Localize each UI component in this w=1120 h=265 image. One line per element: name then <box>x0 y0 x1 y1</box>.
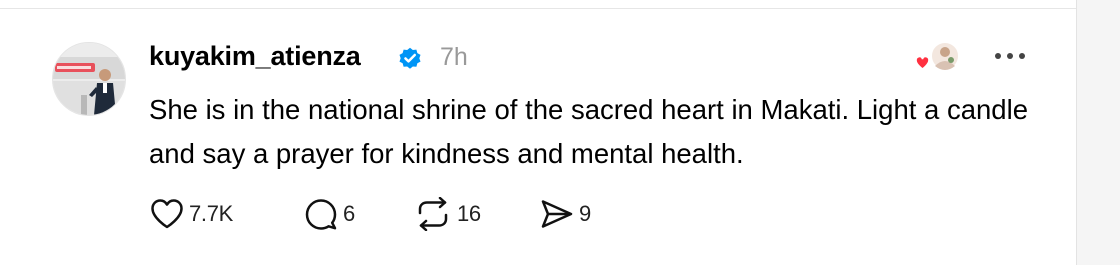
avatar-image <box>53 43 125 115</box>
timestamp: 7h <box>440 43 468 71</box>
comment-button[interactable]: 6 <box>304 196 355 232</box>
share-icon <box>541 200 573 228</box>
share-count: 9 <box>579 201 591 226</box>
verified-badge-icon <box>399 47 421 69</box>
divider <box>0 8 1076 9</box>
share-button[interactable]: 9 <box>540 196 591 232</box>
username[interactable]: kuyakim_atienza <box>149 41 361 72</box>
thread-post-card: kuyakim_atienza 7h She is in the nationa… <box>0 0 1120 265</box>
like-button[interactable]: 7.7K <box>150 196 233 232</box>
repost-count: 16 <box>457 201 481 226</box>
repost-icon <box>418 197 448 231</box>
tagged-users-icon[interactable] <box>913 40 961 76</box>
comment-icon <box>305 199 337 230</box>
like-count: 7.7K <box>189 201 234 226</box>
page-gutter <box>1076 0 1120 265</box>
more-options-icon[interactable] <box>990 44 1030 68</box>
heart-icon <box>151 199 183 229</box>
avatar[interactable] <box>52 42 126 116</box>
post-text: She is in the national shrine of the sac… <box>149 94 1029 169</box>
comment-count: 6 <box>343 201 355 226</box>
repost-button[interactable]: 16 <box>414 196 481 232</box>
